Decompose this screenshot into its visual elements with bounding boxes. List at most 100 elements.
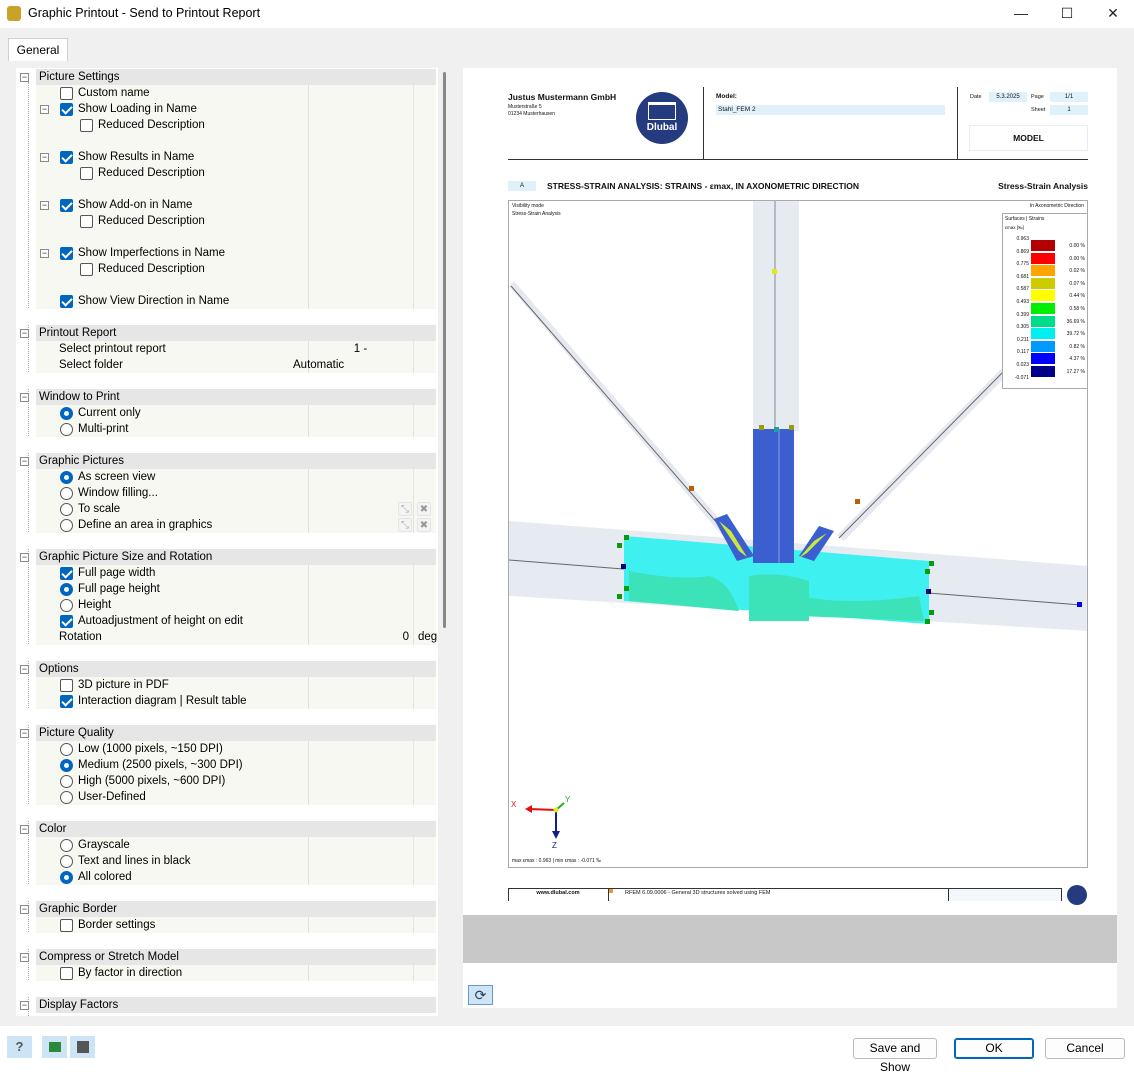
collapse-icon[interactable]: − <box>20 665 29 674</box>
delete-icon[interactable]: ✖ <box>417 518 431 532</box>
tree-item-full-page-width[interactable]: Full page width <box>36 565 436 581</box>
collapse-icon[interactable]: − <box>40 249 49 258</box>
tree-item-all-colored[interactable]: All colored <box>36 869 436 885</box>
checkbox[interactable] <box>60 103 73 116</box>
checkbox[interactable] <box>80 215 93 228</box>
checkbox[interactable] <box>60 295 73 308</box>
section-color[interactable]: − Color <box>20 821 436 837</box>
checkbox[interactable] <box>60 695 73 708</box>
radio-button[interactable] <box>60 855 73 868</box>
item-value[interactable]: 0 <box>308 629 409 645</box>
maximize-button[interactable]: ☐ <box>1044 0 1090 28</box>
radio-button[interactable] <box>60 871 73 884</box>
checkbox[interactable] <box>60 247 73 260</box>
radio-button[interactable] <box>60 759 73 772</box>
tree-item-user-defined[interactable]: User-Defined <box>36 789 436 805</box>
tree-item-as-screen-view[interactable]: As screen view <box>36 469 436 485</box>
pick-in-graphics-icon[interactable]: ⤡ <box>398 518 412 532</box>
radio-button[interactable] <box>60 487 73 500</box>
section-graphic-picture-size-and-rotation[interactable]: − Graphic Picture Size and Rotation <box>20 549 436 565</box>
help-button[interactable]: ? <box>7 1036 32 1058</box>
tree-item-height[interactable]: Height <box>36 597 436 613</box>
refresh-preview-button[interactable]: ⟳ <box>468 985 493 1005</box>
radio-button[interactable] <box>60 599 73 612</box>
tree-item-text-and-lines-in-black[interactable]: Text and lines in black <box>36 853 436 869</box>
tree-item-low-1000-pixels-150-dpi[interactable]: Low (1000 pixels, ~150 DPI) <box>36 741 436 757</box>
section-graphic-border[interactable]: − Graphic Border <box>20 901 436 917</box>
checkbox[interactable] <box>60 87 73 100</box>
radio-button[interactable] <box>60 503 73 516</box>
ok-button[interactable]: OK <box>954 1038 1034 1059</box>
tree-item-current-only[interactable]: Current only <box>36 405 436 421</box>
delete-icon[interactable]: ✖ <box>417 502 431 516</box>
tree-item-select-folder[interactable]: Select folder Automatic <box>36 357 436 373</box>
collapse-icon[interactable]: − <box>20 1001 29 1010</box>
section-picture-settings[interactable]: − Picture Settings <box>20 69 436 85</box>
radio-button[interactable] <box>60 839 73 852</box>
radio-button[interactable] <box>60 775 73 788</box>
tree-item-full-page-height[interactable]: Full page height <box>36 581 436 597</box>
section-printout-report[interactable]: − Printout Report <box>20 325 436 341</box>
checkbox[interactable] <box>60 967 73 980</box>
radio-button[interactable] <box>60 407 73 420</box>
radio-button[interactable] <box>60 583 73 596</box>
tree-item-reduced-description[interactable]: Reduced Description <box>36 261 436 277</box>
radio-button[interactable] <box>60 423 73 436</box>
tree-item-rotation[interactable]: Rotation 0 deg <box>36 629 437 645</box>
tree-item-multi-print[interactable]: Multi-print <box>36 421 436 437</box>
collapse-icon[interactable]: − <box>20 393 29 402</box>
collapse-icon[interactable]: − <box>40 105 49 114</box>
tree-item-show-imperfections-in-name[interactable]: − Show Imperfections in Name <box>36 245 436 261</box>
section-picture-quality[interactable]: − Picture Quality <box>20 725 436 741</box>
checkbox[interactable] <box>80 119 93 132</box>
tree-item-grayscale[interactable]: Grayscale <box>36 837 436 853</box>
section-graphic-pictures[interactable]: − Graphic Pictures <box>20 453 436 469</box>
tree-scrollbar[interactable] <box>443 72 446 628</box>
section-display-factors[interactable]: − Display Factors <box>20 997 436 1013</box>
collapse-icon[interactable]: − <box>20 329 29 338</box>
tree-item-reduced-description[interactable]: Reduced Description <box>36 213 436 229</box>
checkbox[interactable] <box>80 263 93 276</box>
checkbox[interactable] <box>60 151 73 164</box>
tree-item-show-add-on-in-name[interactable]: − Show Add-on in Name <box>36 197 436 213</box>
cancel-button[interactable]: Cancel <box>1045 1038 1125 1059</box>
section-compress-or-stretch-model[interactable]: − Compress or Stretch Model <box>20 949 436 965</box>
close-button[interactable]: ✕ <box>1090 0 1134 28</box>
collapse-icon[interactable]: − <box>20 905 29 914</box>
collapse-icon[interactable]: − <box>20 73 29 82</box>
run-script-button[interactable] <box>42 1036 67 1058</box>
tree-item-autoadjustment-of-height-on-edit[interactable]: Autoadjustment of height on edit <box>36 613 436 629</box>
tree-item-reduced-description[interactable]: Reduced Description <box>36 117 436 133</box>
checkbox[interactable] <box>60 615 73 628</box>
checkbox[interactable] <box>60 199 73 212</box>
tab-general[interactable]: General <box>8 38 68 61</box>
collapse-icon[interactable]: − <box>40 153 49 162</box>
tree-item-high-5000-pixels-600-dpi[interactable]: High (5000 pixels, ~600 DPI) <box>36 773 436 789</box>
collapse-icon[interactable]: − <box>40 201 49 210</box>
checkbox[interactable] <box>60 919 73 932</box>
collapse-icon[interactable]: − <box>20 953 29 962</box>
tree-item-show-results-in-name[interactable]: − Show Results in Name <box>36 149 436 165</box>
tree-item-window-filling[interactable]: Window filling... <box>36 485 436 501</box>
radio-button[interactable] <box>60 743 73 756</box>
tree-item-define-an-area-in-graphics[interactable]: Define an area in graphics ⤡ ✖ <box>36 517 436 533</box>
tree-item-custom-name[interactable]: Custom name <box>36 85 436 101</box>
section-window-to-print[interactable]: − Window to Print <box>20 389 436 405</box>
save-and-show-button[interactable]: Save and Show <box>853 1038 937 1074</box>
tree-item-interaction-diagram-result-table[interactable]: Interaction diagram | Result table <box>36 693 436 709</box>
item-value[interactable]: 1 - <box>308 341 413 357</box>
tree-item-select-printout-report[interactable]: Select printout report 1 - <box>36 341 436 357</box>
tree-item-show-loading-in-name[interactable]: − Show Loading in Name <box>36 101 436 117</box>
checkbox[interactable] <box>80 167 93 180</box>
tree-item-border-settings[interactable]: Border settings <box>36 917 436 933</box>
tree-item-3d-picture-in-pdf[interactable]: 3D picture in PDF <box>36 677 436 693</box>
collapse-icon[interactable]: − <box>20 553 29 562</box>
tree-item-reduced-description[interactable]: Reduced Description <box>36 165 436 181</box>
checkbox[interactable] <box>60 567 73 580</box>
collapse-icon[interactable]: − <box>20 729 29 738</box>
save-settings-button[interactable] <box>70 1036 95 1058</box>
section-options[interactable]: − Options <box>20 661 436 677</box>
collapse-icon[interactable]: − <box>20 825 29 834</box>
tree-item-by-factor-in-direction[interactable]: By factor in direction <box>36 965 436 981</box>
collapse-icon[interactable]: − <box>20 457 29 466</box>
